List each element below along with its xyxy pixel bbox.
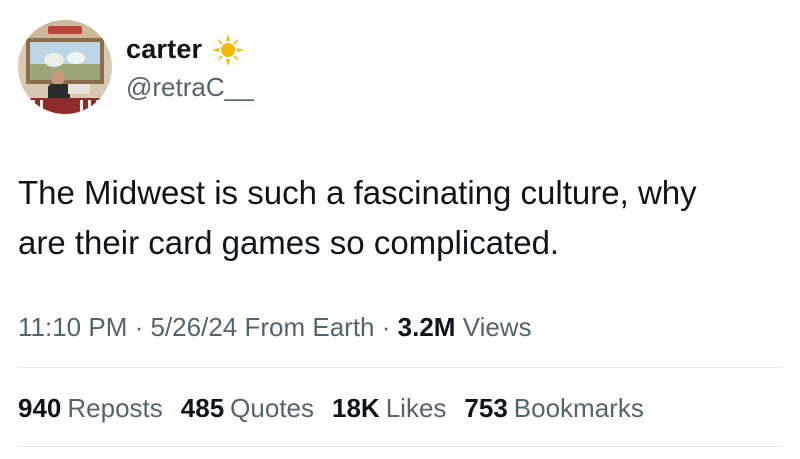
sun-icon [212,33,245,66]
display-name[interactable]: carter [126,34,202,65]
quotes-label: Quotes [230,393,314,423]
avatar-image [18,20,112,114]
bookmarks-stat[interactable]: 753 Bookmarks [464,393,643,424]
reposts-stat[interactable]: 940 Reposts [18,393,163,424]
divider [18,446,782,447]
engagement-stats: 940 Reposts 485 Quotes 18K Likes 753 Bookmar… [18,393,662,424]
likes-label: Likes [385,393,447,423]
quotes-count: 485 [180,393,225,423]
bookmarks-label: Bookmarks [513,393,644,423]
bookmarks-count: 753 [464,393,508,423]
meta-separator: · [134,312,144,342]
tweet-header: carter @retraC__ [18,20,254,114]
tweet-meta: 11:10 PM · 5/26/24 From Earth · 3.2M Vie… [18,312,532,343]
user-handle[interactable]: @retraC__ [126,72,254,103]
views-count: 3.2M [397,312,456,342]
divider [18,367,782,368]
meta-separator: · [381,312,391,342]
reposts-count: 940 [18,393,62,423]
likes-stat[interactable]: 18K Likes [332,393,446,424]
likes-count: 18K [332,393,380,423]
display-name-row: carter [126,32,254,68]
tweet-time[interactable]: 11:10 PM [18,312,127,342]
reposts-label: Reposts [67,393,163,423]
tweet-card: carter @retraC__ The Midwest is such a f… [0,0,800,459]
tweet-date[interactable]: 5/26/24 [151,312,238,342]
tweet-text: The Midwest is such a fascinating cultur… [18,174,697,261]
quotes-stat[interactable]: 485 Quotes [181,393,314,424]
user-names: carter @retraC__ [126,32,254,103]
avatar[interactable] [18,20,112,114]
views-label: Views [462,312,532,342]
tweet-source: From Earth [244,312,375,342]
